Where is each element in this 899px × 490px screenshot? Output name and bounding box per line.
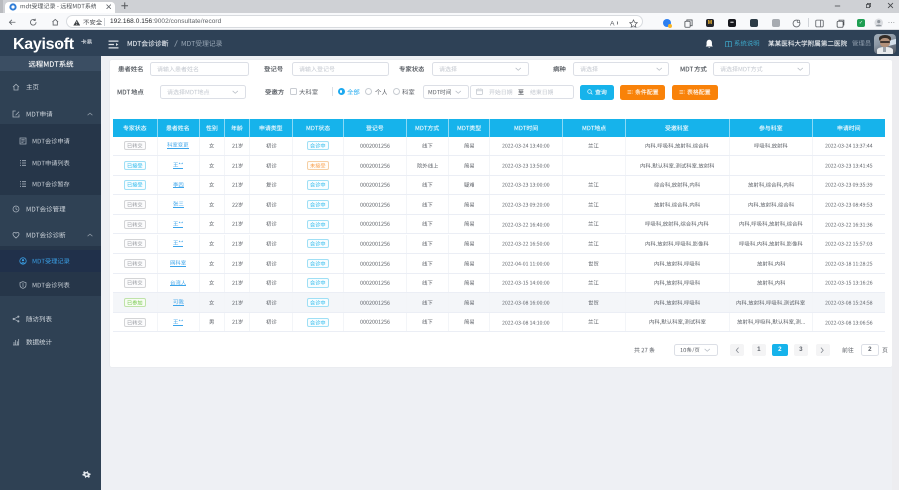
- svg-text:A: A: [610, 21, 615, 27]
